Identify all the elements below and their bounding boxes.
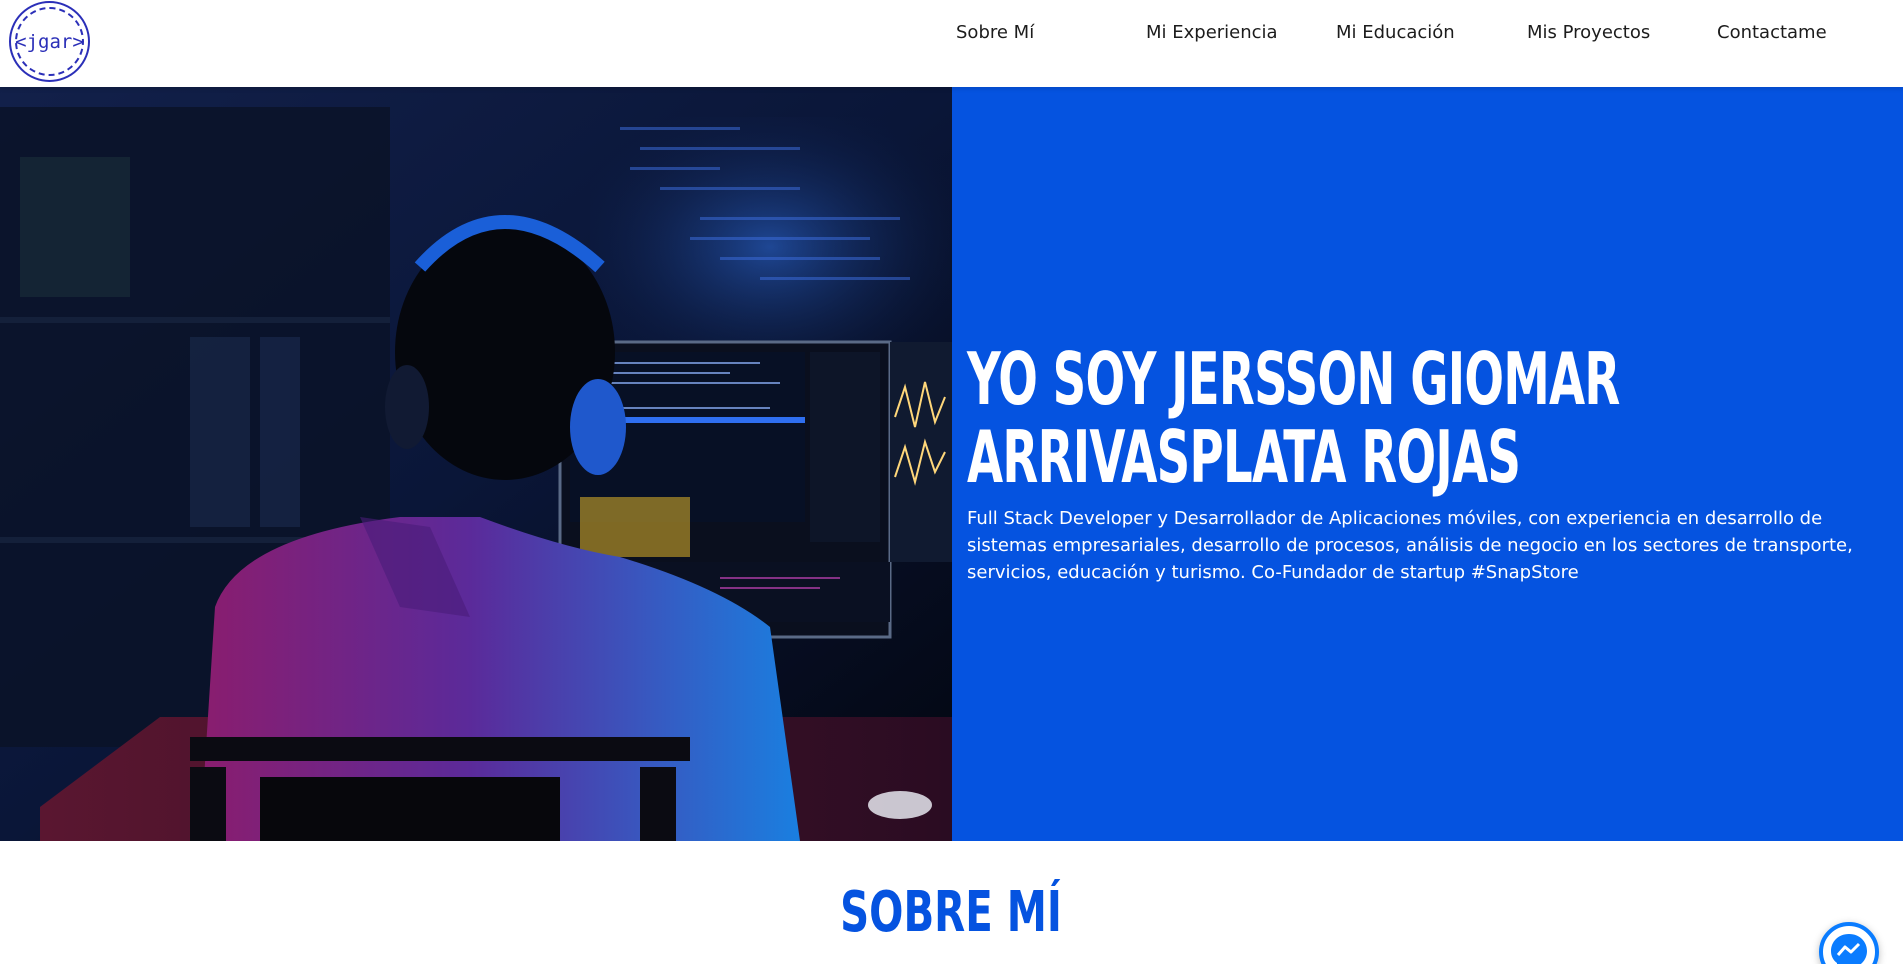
hero-description: Full Stack Developer y Desarrollador de … [967, 508, 1853, 583]
nav-link-contactame[interactable]: Contactame [1717, 20, 1827, 46]
messenger-icon [1831, 934, 1867, 964]
messenger-chat-button[interactable] [1819, 922, 1879, 964]
hero-title-line-1: YO SOY JERSSON GIOMAR [967, 337, 1620, 421]
nav-link-mis-proyectos[interactable]: Mis Proyectos [1527, 20, 1650, 46]
hero-title: YO SOY JERSSON GIOMAR ARRIVASPLATA ROJAS [967, 340, 1860, 496]
nav-link-sobre-mi[interactable]: Sobre Mí [956, 20, 1034, 46]
hero-title-line-2: ARRIVASPLATA ROJAS [967, 415, 1521, 499]
hero-illustration [0, 87, 952, 841]
logo-text: <jgar> [15, 30, 84, 53]
navbar: <jgar> Sobre Mí Mi Experiencia Mi Educac… [0, 0, 1903, 87]
hero-section: YO SOY JERSSON GIOMAR ARRIVASPLATA ROJAS… [0, 87, 1903, 841]
about-section-title: SOBRE MÍ [0, 880, 1903, 946]
about-title-text: SOBRE MÍ [840, 880, 1063, 945]
hero-intro-panel: YO SOY JERSSON GIOMAR ARRIVASPLATA ROJAS… [952, 87, 1903, 841]
nav-link-mi-educacion[interactable]: Mi Educación [1336, 20, 1455, 46]
site-logo[interactable]: <jgar> [9, 1, 90, 82]
developer-at-computer-photo [0, 87, 952, 841]
nav-link-mi-experiencia[interactable]: Mi Experiencia [1146, 20, 1278, 46]
